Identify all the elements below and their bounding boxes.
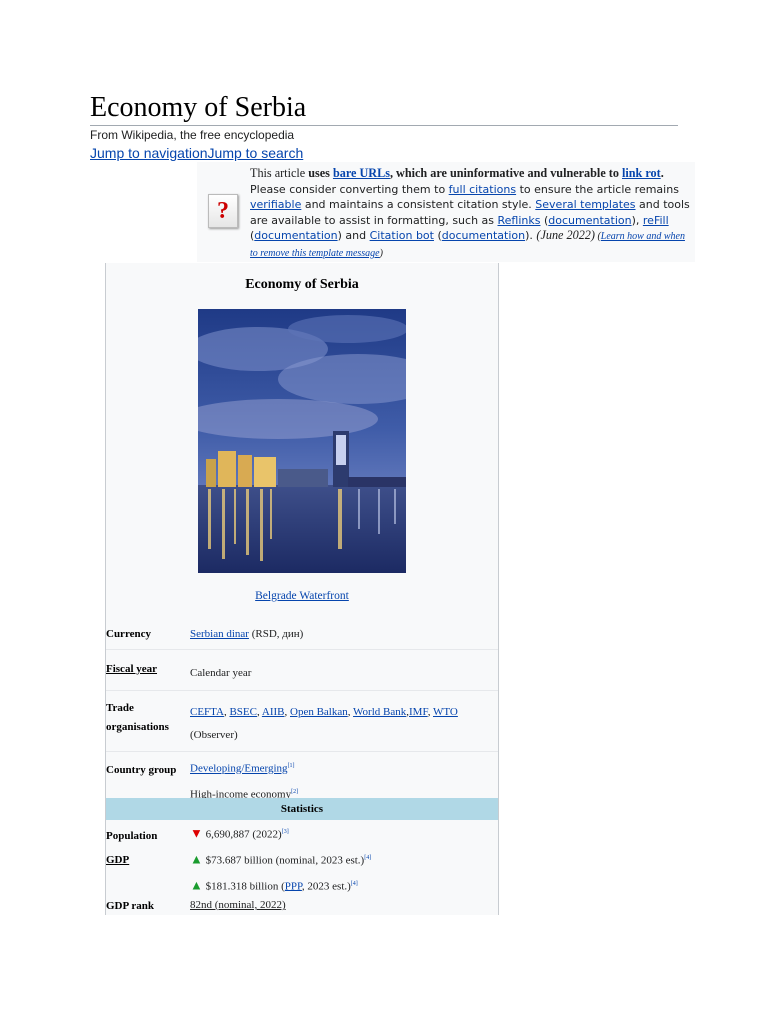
notice-text-part: and maintains a consistent citation styl… <box>301 198 536 212</box>
economy-infobox: Economy of Serbia Belgrade Waterfront Cu… <box>105 263 499 915</box>
row-separator <box>106 690 498 691</box>
citation-bot-link[interactable]: Citation bot <box>370 229 434 242</box>
photo-caption-link[interactable]: Belgrade Waterfront <box>106 590 498 602</box>
population-label: Population <box>106 830 158 842</box>
currency-value: Serbian dinar (RSD, дин) <box>190 623 490 646</box>
world-bank-link[interactable]: World Bank <box>353 706 406 718</box>
reflinks-link[interactable]: Reflinks <box>498 214 541 227</box>
jump-to-search-link[interactable]: Jump to search <box>208 145 304 161</box>
belgrade-waterfront-photo[interactable] <box>198 309 406 573</box>
bare-urls-notice: ? This article uses bare URLs, which are… <box>197 162 695 262</box>
currency-code: (RSD, дин) <box>248 628 304 640</box>
reference-3[interactable]: [3] <box>282 829 289 835</box>
bare-urls-link[interactable]: bare URLs <box>333 166 390 180</box>
gdp-value: ▲ $73.687 billion (nominal, 2023 est.)[4… <box>190 847 490 898</box>
notice-bold-text: uses <box>308 166 333 180</box>
population-value: ▼ 6,690,887 (2022)[3] <box>190 821 490 847</box>
notice-text-part: ). <box>525 229 537 243</box>
open-balkan-link[interactable]: Open Balkan <box>290 706 348 718</box>
notice-bold-text: . <box>660 166 664 180</box>
wto-link[interactable]: WTO <box>433 706 458 718</box>
statistics-header: Statistics <box>106 798 498 820</box>
bsec-link[interactable]: BSEC <box>229 706 257 718</box>
reference-2[interactable]: [2] <box>291 789 298 795</box>
reference-4[interactable]: [4] <box>351 881 358 887</box>
developing-emerging-link[interactable]: Developing/Emerging <box>190 763 288 775</box>
question-mark-icon: ? <box>208 194 238 228</box>
population-figure: 6,690,887 (2022) <box>205 828 282 841</box>
jump-to-navigation-link[interactable]: Jump to navigation <box>90 145 208 161</box>
gdp-ppp-figure: $181.318 billion ( <box>205 880 285 893</box>
title-divider <box>90 125 678 126</box>
notice-bold-text: , which are uninformative and vulnerable… <box>389 166 622 180</box>
reference-4[interactable]: [4] <box>364 855 371 861</box>
page-title: Economy of Serbia <box>90 92 307 123</box>
trade-organisations-label: Trade organisations <box>106 702 169 733</box>
aiib-link[interactable]: AIIB <box>262 706 285 718</box>
full-citations-link[interactable]: full citations <box>449 183 516 196</box>
several-templates-link[interactable]: Several templates <box>535 198 635 211</box>
refill-documentation-link[interactable]: documentation <box>254 229 337 242</box>
notice-text-part: Please consider converting them to <box>250 182 449 196</box>
site-tagline: From Wikipedia, the free encyclopedia <box>90 128 295 142</box>
notice-date: (June 2022) <box>536 228 595 243</box>
notice-text-part: ( <box>433 229 442 243</box>
increase-arrow-icon: ▲ <box>190 851 203 867</box>
notice-text-part: to ensure the article remains <box>516 182 679 196</box>
reflinks-documentation-link[interactable]: documentation <box>548 214 631 227</box>
currency-label: Currency <box>106 628 152 640</box>
fiscal-year-link[interactable]: Fiscal year <box>106 660 188 679</box>
row-separator <box>106 649 498 650</box>
row-separator <box>106 751 498 752</box>
gdp-rank-label: GDP rank <box>106 900 154 912</box>
citation-bot-documentation-link[interactable]: documentation <box>442 229 525 242</box>
trade-organisations-value: CEFTA, BSEC, AIIB, Open Balkan, World Ba… <box>190 706 458 741</box>
decrease-arrow-icon: ▼ <box>190 825 203 841</box>
increase-arrow-icon: ▲ <box>190 877 203 893</box>
gdp-link[interactable]: GDP <box>106 851 188 870</box>
gdp-nominal-figure: $73.687 billion (nominal, 2023 est.) <box>205 854 365 867</box>
fiscal-year-value: Calendar year <box>190 667 252 679</box>
link-rot-link[interactable]: link rot <box>622 166 661 180</box>
infobox-caption: Economy of Serbia <box>245 277 359 292</box>
notice-text-part: ) <box>379 247 383 259</box>
notice-text-part: This article <box>250 166 309 180</box>
reference-1[interactable]: [1] <box>288 763 295 769</box>
country-group-label: Country group <box>106 764 177 776</box>
refill-link[interactable]: reFill <box>643 214 669 227</box>
imf-link[interactable]: IMF <box>409 706 428 718</box>
verifiable-link[interactable]: verifiable <box>250 198 301 211</box>
gdp-ppp-year: , 2023 est.) <box>301 880 351 893</box>
notice-text-part: ), <box>631 213 643 227</box>
notice-text: This article uses bare URLs, which are u… <box>250 166 690 262</box>
wto-observer-note: (Observer) <box>190 729 238 741</box>
ppp-link[interactable]: PPP <box>285 880 302 892</box>
serbian-dinar-link[interactable]: Serbian dinar <box>190 628 249 640</box>
cefta-link[interactable]: CEFTA <box>190 706 224 718</box>
jump-links: Jump to navigationJump to search <box>90 145 303 161</box>
notice-text-part: ) and <box>337 229 370 243</box>
gdp-rank-link[interactable]: 82nd (nominal, 2022) <box>190 894 490 915</box>
